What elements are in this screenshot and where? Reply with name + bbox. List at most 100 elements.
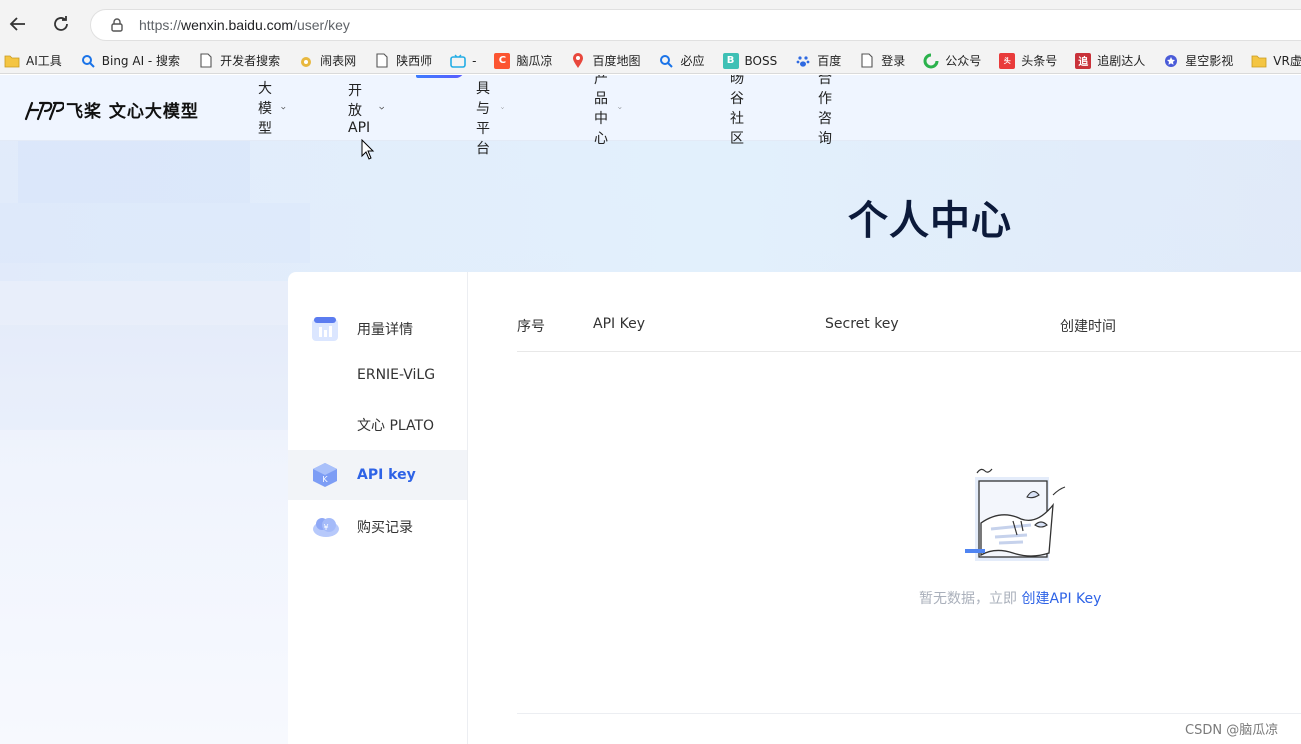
- bookmark-label: 脑瓜凉: [516, 54, 553, 68]
- bookmark-item[interactable]: 开发者搜索: [198, 52, 280, 69]
- folder-icon: [1251, 53, 1267, 69]
- bookmark-item[interactable]: B BOSS: [722, 52, 778, 69]
- bookmark-item[interactable]: 公众号: [923, 52, 981, 69]
- sidebar-item[interactable]: 文心 PLATO: [288, 400, 467, 450]
- browser-toolbar: https://wenxin.baidu.com/user/key: [0, 0, 1301, 48]
- page-icon: [198, 53, 214, 69]
- sidebar-item[interactable]: K API key: [288, 450, 467, 500]
- bookmark-label: Bing AI - 搜索: [101, 54, 181, 68]
- back-arrow-icon: [9, 17, 25, 31]
- baidu-paw-icon: [795, 53, 811, 69]
- reload-icon: [54, 16, 68, 31]
- cloud-yen-icon: ¥: [310, 513, 340, 541]
- wechat-icon: [923, 53, 939, 69]
- table-bottom-divider: [517, 713, 1301, 714]
- url-text: https://wenxin.baidu.com/user/key: [139, 17, 350, 33]
- bookmark-label: 陕西师: [396, 54, 433, 68]
- page-icon: [374, 53, 390, 69]
- nav-item[interactable]: 产品中心全新上线: [594, 75, 622, 148]
- bookmark-label: 登录: [881, 54, 906, 68]
- nav-item[interactable]: 开放API 全新升级: [348, 75, 465, 136]
- nav-item-label: 大模型: [258, 81, 272, 137]
- mouse-cursor-icon: [361, 139, 375, 160]
- map-pin-icon: [570, 52, 586, 69]
- bookmark-label: 星空影视: [1185, 54, 1234, 68]
- bookmark-label: 头条号: [1021, 54, 1058, 68]
- bookmark-label: 公众号: [945, 54, 982, 68]
- bookmarks-bar: AI工具 Bing AI - 搜索 开发者搜索 闹表网 陕西师 - C 脑瓜凉 百度地图 必应 B B…: [0, 48, 1301, 74]
- bookmark-label: AI工具: [26, 54, 62, 68]
- sidebar-item-label: ERNIE-ViLG: [357, 367, 436, 383]
- sidebar: 用量详情 ERNIE-ViLG 文心 PLATO K API key ¥ 购买记录: [288, 272, 468, 744]
- key-cube-icon: K: [310, 461, 340, 489]
- sidebar-item[interactable]: ERNIE-ViLG: [288, 350, 467, 400]
- address-bar[interactable]: https://wenxin.baidu.com/user/key: [90, 9, 1301, 41]
- bookmark-item[interactable]: C 脑瓜凉: [494, 52, 552, 69]
- nav-item[interactable]: 旸谷社区: [730, 75, 744, 148]
- bookmark-item[interactable]: 百度: [795, 52, 841, 69]
- sidebar-item-label: 用量详情: [357, 322, 413, 338]
- logo-text: 飞桨 文心大模型: [66, 102, 199, 122]
- create-api-key-link[interactable]: 创建API Key: [1021, 591, 1101, 607]
- chevron-down-icon: [379, 106, 384, 110]
- nav-item[interactable]: 工具与平台: [476, 75, 504, 158]
- decor-block: [18, 141, 250, 203]
- search-icon: [658, 53, 674, 69]
- bookmark-item[interactable]: Bing AI - 搜索: [80, 52, 180, 69]
- bell-icon: [298, 53, 314, 69]
- bookmark-item[interactable]: 陕西师: [374, 52, 432, 69]
- site-header: 飞桨 文心大模型 大模型 开放API 全新升级 工具与平台 产品中心全新上线 旸谷社区 合作…: [0, 75, 1301, 157]
- sidebar-item[interactable]: 用量详情: [288, 304, 467, 354]
- page-body: 飞桨 文心大模型 大模型 开放API 全新升级 工具与平台 产品中心全新上线 旸谷社区 合作…: [0, 75, 1301, 744]
- nav-badge: 全新升级: [416, 75, 465, 78]
- page-title: 个人中心: [848, 198, 1012, 244]
- lock-icon: [111, 18, 123, 32]
- bookmark-label: 追剧达人: [1097, 54, 1146, 68]
- boss-icon: B: [722, 52, 739, 69]
- site-logo[interactable]: 飞桨 文心大模型: [24, 97, 199, 122]
- column-header: 创建时间: [1060, 319, 1116, 335]
- svg-text:¥: ¥: [323, 523, 328, 532]
- nav-item-label: 工具与平台: [476, 75, 490, 157]
- toutiao-icon: 头: [999, 52, 1016, 69]
- chevron-down-icon: [501, 107, 504, 109]
- bookmark-item[interactable]: 闹表网: [298, 52, 356, 69]
- bookmark-item[interactable]: -: [450, 53, 476, 69]
- bookmark-label: -: [472, 53, 477, 68]
- empty-state-illustration: [965, 468, 1066, 561]
- bookmark-label: 必应: [680, 54, 705, 68]
- sidebar-item-label: API key: [357, 467, 416, 483]
- sidebar-item-label: 购买记录: [357, 520, 413, 536]
- search-icon: [80, 53, 96, 69]
- bookmark-item[interactable]: 星空影视: [1163, 52, 1233, 69]
- bookmark-item[interactable]: 登录: [859, 52, 905, 69]
- chevron-down-icon: [618, 107, 622, 110]
- sidebar-item[interactable]: ¥ 购买记录: [288, 502, 467, 552]
- csdn-watermark: CSDN @脑瓜凉: [1185, 723, 1279, 738]
- bilibili-icon: [450, 53, 466, 69]
- nav-item[interactable]: 合作咨询: [818, 75, 832, 148]
- page-icon: [859, 53, 875, 69]
- bookmark-item[interactable]: AI工具: [4, 52, 62, 69]
- bookmark-item[interactable]: VR虚拟: [1251, 52, 1301, 69]
- bookmark-label: 百度地图: [592, 54, 641, 68]
- back-button[interactable]: [4, 10, 32, 38]
- nav-item-label: 合作咨询: [818, 75, 832, 147]
- folder-icon: [4, 53, 20, 69]
- bookmark-label: 百度: [817, 54, 842, 68]
- bookmark-item[interactable]: 百度地图: [570, 52, 640, 69]
- nav-item[interactable]: 大模型: [258, 78, 286, 138]
- reload-button[interactable]: [47, 10, 75, 38]
- video-icon: 追: [1075, 52, 1092, 69]
- content-card: 用量详情 ERNIE-ViLG 文心 PLATO K API key ¥ 购买记录 序号 AP…: [288, 272, 1301, 744]
- bookmark-item[interactable]: 头头条号: [999, 52, 1057, 69]
- bookmark-item[interactable]: 必应: [658, 52, 705, 69]
- star-icon: [1163, 53, 1179, 69]
- nav-item-label: 开放API: [348, 83, 371, 136]
- bookmark-item[interactable]: 追追剧达人: [1075, 52, 1145, 69]
- bookmark-label: 开发者搜索: [220, 54, 281, 68]
- usage-chart-icon: [310, 315, 340, 343]
- bookmark-label: BOSS: [744, 53, 778, 68]
- decor-block: [0, 203, 310, 263]
- column-header: 序号: [517, 319, 545, 335]
